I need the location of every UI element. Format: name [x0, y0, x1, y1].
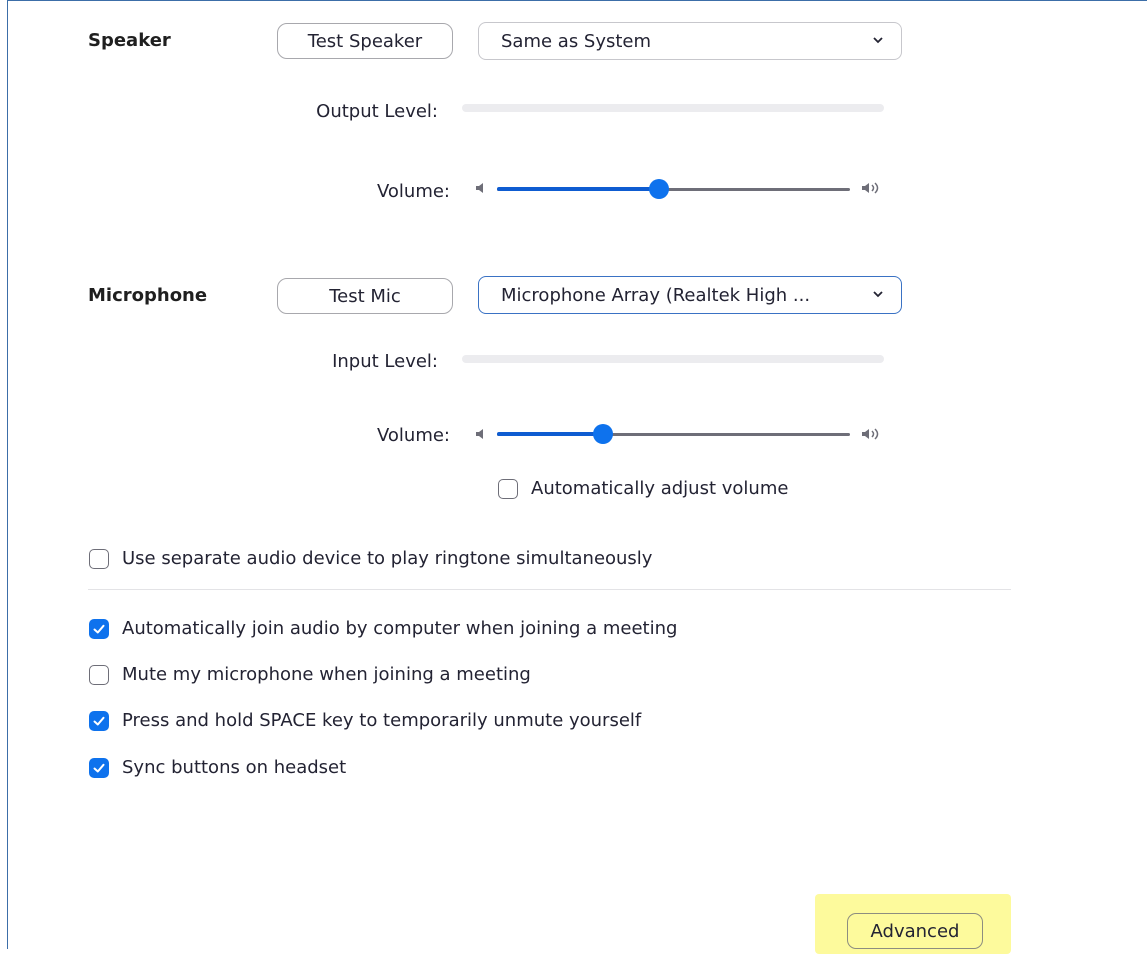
speaker-low-icon: [476, 183, 483, 193]
microphone-volume-slider[interactable]: [497, 424, 850, 444]
space-unmute-checkbox[interactable]: [89, 710, 109, 731]
speaker-volume-fill: [497, 187, 660, 191]
sync-headset-text: Sync buttons on headset: [122, 757, 347, 778]
speaker-volume-label: Volume:: [376, 181, 450, 202]
speaker-volume-thumb[interactable]: [649, 179, 670, 199]
speaker-high-icon: [862, 182, 879, 194]
window-border-left: [7, 0, 8, 949]
mute-on-join-text: Mute my microphone when joining a meetin…: [122, 664, 531, 685]
test-mic-button[interactable]: Test Mic: [277, 278, 453, 314]
speaker-label: Speaker: [88, 30, 171, 51]
sync-headset-checkbox[interactable]: [89, 757, 109, 778]
advanced-button[interactable]: Advanced: [847, 913, 983, 949]
space-unmute-option[interactable]: Press and hold SPACE key to temporarily …: [89, 710, 641, 731]
separate-ringtone-checkbox[interactable]: [89, 548, 109, 569]
mute-on-join-checkbox[interactable]: [89, 664, 109, 685]
speaker-device-value: Same as System: [501, 30, 652, 52]
chevron-down-icon: [873, 291, 883, 298]
auto-join-audio-text: Automatically join audio by computer whe…: [122, 618, 678, 639]
divider: [88, 589, 1011, 590]
output-level-label: Output Level:: [316, 101, 438, 122]
check-icon: [93, 716, 105, 725]
speaker-volume-slider[interactable]: [497, 179, 850, 199]
sync-headset-option[interactable]: Sync buttons on headset: [89, 757, 346, 778]
microphone-label: Microphone: [88, 285, 208, 306]
microphone-volume-label: Volume:: [376, 425, 450, 446]
auto-adjust-volume-checkbox[interactable]: [498, 478, 518, 499]
test-speaker-button[interactable]: Test Speaker: [277, 23, 453, 59]
mute-on-join-option[interactable]: Mute my microphone when joining a meetin…: [89, 664, 531, 685]
input-level-meter: [462, 355, 884, 363]
auto-adjust-volume-text: Automatically adjust volume: [531, 478, 789, 499]
output-level-meter: [462, 104, 884, 112]
separate-ringtone-text: Use separate audio device to play ringto…: [122, 548, 653, 569]
speaker-low-icon: [476, 429, 483, 439]
microphone-device-value: Microphone Array (Realtek High ...: [501, 284, 811, 306]
auto-adjust-volume-option[interactable]: Automatically adjust volume: [498, 478, 788, 499]
separate-ringtone-option[interactable]: Use separate audio device to play ringto…: [89, 548, 652, 569]
auto-join-audio-option[interactable]: Automatically join audio by computer whe…: [89, 618, 677, 639]
chevron-down-icon: [873, 37, 883, 44]
microphone-volume-fill: [497, 432, 603, 436]
window-border-top: [7, 0, 1147, 1]
space-unmute-text: Press and hold SPACE key to temporarily …: [122, 710, 642, 731]
speaker-high-icon: [862, 428, 879, 440]
input-level-label: Input Level:: [332, 351, 438, 372]
microphone-volume-thumb[interactable]: [592, 424, 613, 444]
check-icon: [93, 624, 105, 633]
speaker-device-select[interactable]: Same as System: [478, 22, 902, 60]
check-icon: [93, 763, 105, 772]
auto-join-audio-checkbox[interactable]: [89, 618, 109, 639]
microphone-device-select[interactable]: Microphone Array (Realtek High ...: [478, 276, 902, 314]
